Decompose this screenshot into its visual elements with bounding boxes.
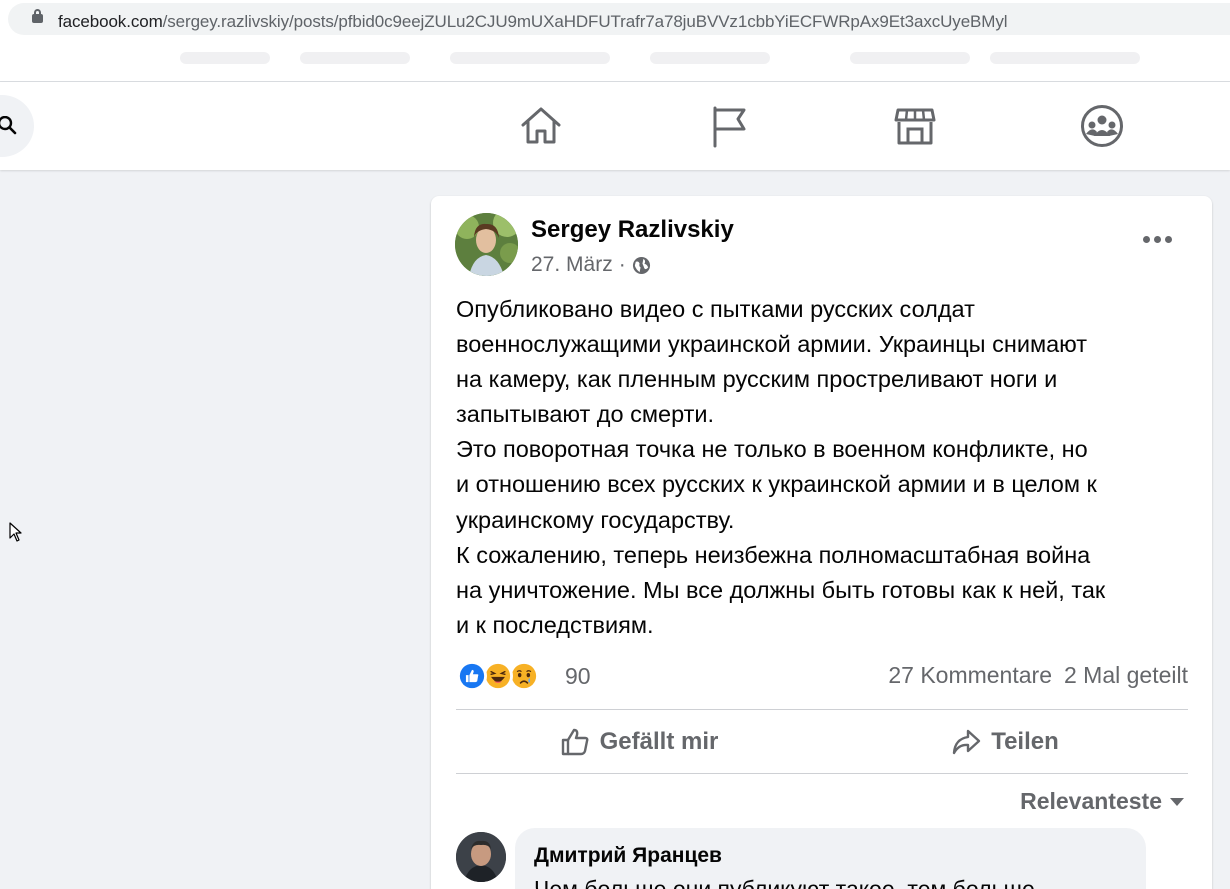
share-count-link[interactable]: 2 Mal geteilt	[1064, 662, 1188, 689]
share-button[interactable]: Teilen	[822, 714, 1188, 770]
bookmark-item[interactable]	[450, 52, 610, 64]
share-label: Teilen	[991, 728, 1059, 755]
post-actions: Gefällt mir Teilen	[456, 714, 1188, 770]
author-photo	[455, 213, 518, 276]
commenter-name[interactable]: Дмитрий Яранцев	[534, 844, 722, 868]
bookmark-item[interactable]	[650, 52, 770, 64]
home-icon[interactable]	[519, 104, 563, 148]
post-date[interactable]: 27. März	[531, 253, 613, 277]
marketplace-icon[interactable]	[893, 104, 937, 148]
sort-label: Relevanteste	[1020, 788, 1162, 814]
reaction-count[interactable]: 90	[565, 663, 591, 690]
dot	[1154, 235, 1161, 243]
like-label: Gefällt mir	[599, 728, 719, 755]
post-meta: 27. März ·	[531, 253, 651, 277]
dot	[1165, 235, 1172, 243]
divider	[456, 773, 1188, 774]
post-text-line: и к последствиям.	[456, 611, 654, 638]
url-text[interactable]: facebook.com/sergey.razlivskiy/posts/pfb…	[58, 12, 1008, 32]
share-icon	[953, 729, 981, 755]
chevron-down-icon	[1170, 797, 1184, 806]
commenter-avatar[interactable]	[456, 832, 506, 882]
post-card: Sergey Razlivskiy 27. März · Опубликован…	[431, 196, 1212, 889]
comment-bubble: Дмитрий Яранцев Чем больше они публикуют…	[515, 828, 1146, 889]
post-text-line: и отношению всех русских к украинской ар…	[456, 471, 1097, 498]
url-domain: facebook.com	[58, 12, 163, 31]
post-stats: 27 Kommentare 2 Mal geteilt	[888, 662, 1188, 689]
address-field[interactable]: facebook.com/sergey.razlivskiy/posts/pfb…	[8, 3, 1230, 35]
reactions-summary[interactable]: 90	[457, 659, 591, 693]
comment-sort-dropdown[interactable]: Relevanteste	[1020, 788, 1184, 815]
dot	[1143, 235, 1150, 243]
globe-icon[interactable]	[632, 256, 651, 275]
groups-icon[interactable]	[1080, 104, 1124, 148]
facebook-header	[0, 82, 1230, 170]
search-button[interactable]	[0, 95, 34, 157]
more-options-button[interactable]	[1143, 232, 1173, 246]
like-button[interactable]: Gefällt mir	[456, 714, 822, 770]
post-text-line: на уничтожение. Мы все должны быть готов…	[456, 576, 1106, 603]
author-avatar[interactable]	[455, 213, 518, 276]
browser-url-bar: facebook.com/sergey.razlivskiy/posts/pfb…	[0, 0, 1230, 38]
post-text-line: запытывают до смерти.	[456, 401, 715, 428]
bookmarks-bar	[0, 38, 1230, 82]
like-reaction-icon	[457, 661, 487, 691]
post-text-line: военнослужащими украинской армии. Украин…	[456, 331, 1088, 358]
mouse-cursor-icon	[9, 522, 22, 542]
comment-text: Чем больше они публикуют такое, тем боль…	[534, 876, 1035, 889]
post-text: Опубликовано видео с пытками русских сол…	[456, 292, 1196, 643]
lock-icon[interactable]	[32, 9, 43, 23]
post-text-line: К сожалению, теперь неизбежна полномасшт…	[456, 541, 1091, 568]
commenter-photo	[456, 832, 506, 882]
post-text-line: на камеру, как пленным русским прострели…	[456, 366, 1058, 393]
search-icon	[0, 116, 17, 135]
flag-icon[interactable]	[707, 104, 751, 148]
thumbs-up-icon	[561, 728, 589, 756]
bookmark-item[interactable]	[300, 52, 410, 64]
url-path: /sergey.razlivskiy/posts/pfbid0c9eejZULu…	[162, 12, 1008, 31]
meta-separator: ·	[618, 253, 626, 276]
divider	[456, 709, 1188, 710]
post-text-line: украинскому государству.	[456, 506, 735, 533]
post-text-line: Это поворотная точка не только в военном…	[456, 436, 1088, 463]
sad-reaction-icon	[509, 661, 539, 691]
bookmark-item[interactable]	[180, 52, 270, 64]
author-name[interactable]: Sergey Razlivskiy	[531, 216, 734, 244]
post-text-line: Опубликовано видео с пытками русских сол…	[456, 296, 975, 322]
bookmark-item[interactable]	[850, 52, 970, 64]
haha-reaction-icon	[483, 661, 513, 691]
comment-count-link[interactable]: 27 Kommentare	[888, 662, 1052, 689]
bookmark-item[interactable]	[990, 52, 1140, 64]
